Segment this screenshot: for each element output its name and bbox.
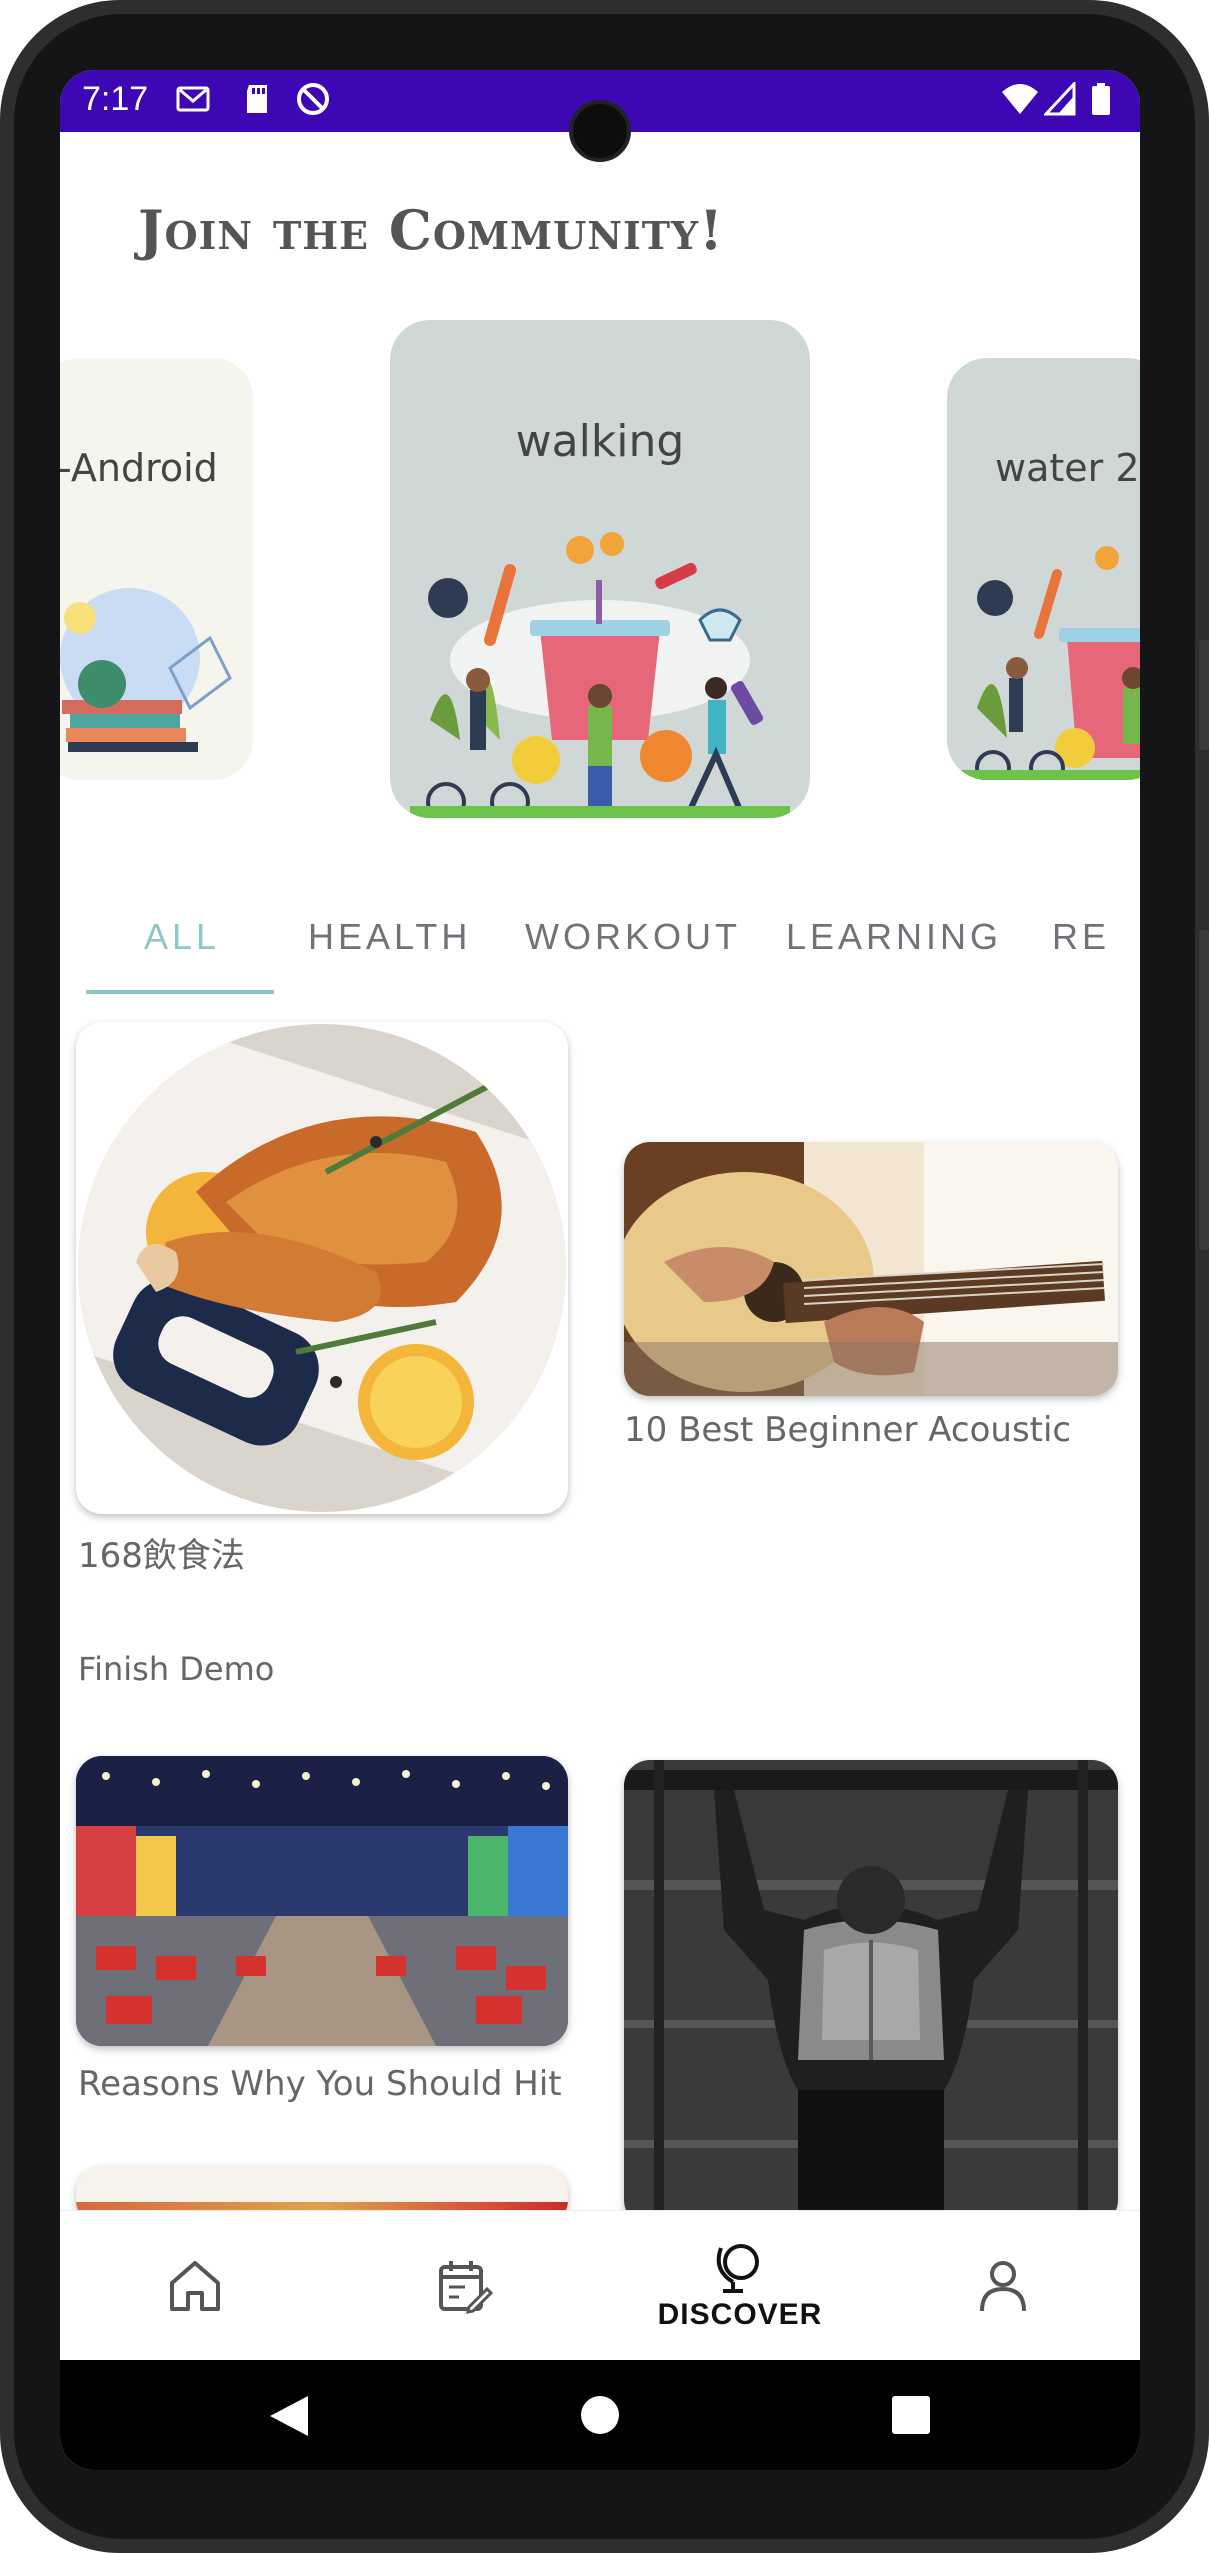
tab-learning[interactable]: LEARNING [786,916,1002,958]
page-title: Join the Community! [138,198,724,262]
front-camera [569,100,631,162]
healthy-lifestyle-illustration [957,546,1140,780]
post-image-chicken[interactable] [76,1022,568,1514]
carousel-card-label: water 20 [995,446,1140,490]
back-icon[interactable] [268,2394,310,2438]
post-caption[interactable]: Reasons Why You Should Hit [78,2064,562,2104]
carousel-card-walking[interactable]: walking [390,320,810,818]
gmail-icon [176,86,210,112]
bottom-navigation: DISCOVER [60,2210,1140,2361]
tab-health[interactable]: HEALTH [308,916,471,958]
tab-all[interactable]: ALL [144,916,220,958]
nav-discover-label: DISCOVER [657,2298,823,2331]
home-icon [170,2261,220,2311]
carousel-card-label: -Android [60,446,218,490]
pullup-athlete-photo [624,1760,1118,2226]
person-icon [980,2261,1026,2312]
power-button [1199,640,1209,750]
carousel-card-android[interactable]: -Android [60,358,253,780]
gym-hall-photo [76,1756,568,2046]
battery-icon [1092,83,1110,115]
tab-reading[interactable]: REA [1052,916,1107,958]
sd-card-icon [247,85,267,113]
volume-button [1199,930,1209,1250]
post-image-guitar[interactable] [624,1142,1118,1396]
wifi-icon [1002,84,1038,114]
tab-workout[interactable]: WORKOUT [525,916,741,958]
recents-icon[interactable] [892,2396,930,2434]
healthy-lifestyle-illustration [410,532,790,818]
signal-icon [1044,82,1076,116]
carousel-card-label: walking [515,416,685,467]
app-screen: 7:17 Join the Community! -Android walkin… [60,70,1140,2470]
guitar-photo [624,1142,1118,1396]
post-image-gym[interactable] [76,1756,568,2046]
system-navigation-bar [60,2360,1140,2470]
post-image-athlete[interactable] [624,1760,1118,2226]
carousel-card-water[interactable]: water 20 [947,358,1140,780]
calendar-edit-icon [439,2261,493,2314]
nav-home[interactable] [145,2211,245,2361]
roast-chicken-photo [78,1024,566,1512]
active-tab-indicator [86,990,274,994]
post-caption[interactable]: Finish Demo [78,1650,274,1688]
books-illustration [60,588,232,752]
nav-plan[interactable] [414,2211,514,2361]
home-circle-icon[interactable] [580,2395,620,2435]
sync-blocked-icon [297,83,329,115]
globe-icon [716,2244,759,2293]
post-caption[interactable]: 10 Best Beginner Acoustic [624,1410,1071,1450]
nav-discover[interactable]: DISCOVER [640,2211,840,2361]
nav-profile[interactable] [953,2211,1053,2361]
post-caption[interactable]: 168飲食法 [78,1528,245,1577]
status-time: 7:17 [82,80,149,118]
phone-frame: 7:17 Join the Community! -Android walkin… [0,0,1209,2553]
